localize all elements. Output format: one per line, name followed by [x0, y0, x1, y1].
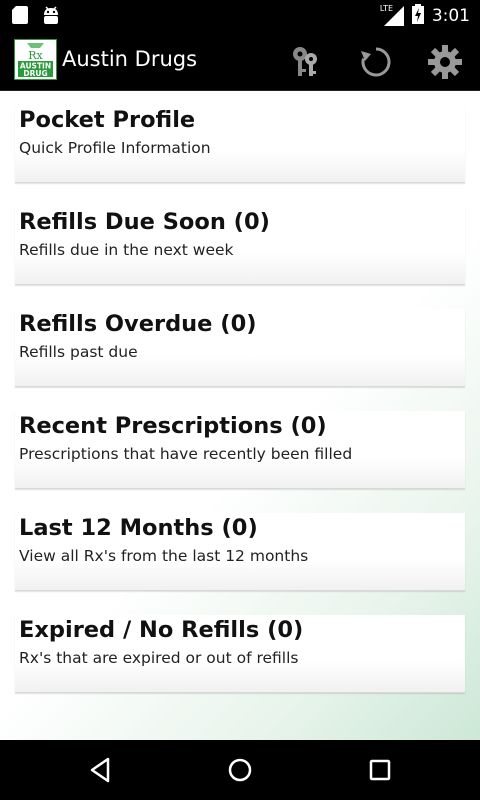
menu-item-subtitle: Prescriptions that have recently been fi…	[19, 445, 353, 463]
menu-item-recent-prescriptions[interactable]: Recent Prescriptions (0) Prescriptions t…	[15, 411, 465, 489]
clock: 3:01	[431, 6, 470, 26]
menu-item-last-12-months[interactable]: Last 12 Months (0) View all Rx's from th…	[15, 513, 465, 591]
menu-item-subtitle: Rx's that are expired or out of refills	[19, 649, 299, 667]
menu-item-subtitle: Refills past due	[19, 343, 138, 361]
navigation-bar	[0, 740, 480, 800]
main-content: Pocket Profile Quick Profile Information…	[0, 91, 480, 740]
menu-item-title: Refills Due Soon (0)	[19, 209, 270, 235]
menu-item-refills-due-soon[interactable]: Refills Due Soon (0) Refills due in the …	[15, 207, 465, 285]
menu-item-subtitle: View all Rx's from the last 12 months	[19, 547, 309, 565]
battery-icon	[411, 4, 424, 28]
back-icon[interactable]	[80, 752, 120, 788]
home-icon[interactable]	[220, 752, 260, 788]
settings-icon[interactable]	[425, 42, 465, 82]
signal-icon: LTE	[380, 4, 404, 26]
menu-item-subtitle: Refills due in the next week	[19, 241, 234, 259]
refresh-icon[interactable]	[356, 42, 396, 82]
keys-icon[interactable]	[285, 42, 325, 82]
recents-icon[interactable]	[360, 752, 400, 788]
menu-item-title: Pocket Profile	[19, 107, 196, 133]
app-logo: Rx AUSTIN DRUG	[14, 39, 57, 80]
sd-card-icon	[12, 6, 28, 28]
menu-item-title: Last 12 Months (0)	[19, 515, 258, 541]
app-title: Austin Drugs	[62, 47, 198, 71]
menu-item-title: Refills Overdue (0)	[19, 311, 257, 337]
menu-item-pocket-profile[interactable]: Pocket Profile Quick Profile Information	[15, 105, 465, 183]
menu-item-refills-overdue[interactable]: Refills Overdue (0) Refills past due	[15, 309, 465, 387]
action-bar: Rx AUSTIN DRUG Austin Drugs	[0, 30, 480, 91]
menu-item-title: Recent Prescriptions (0)	[19, 413, 327, 439]
menu-item-expired-no-refills[interactable]: Expired / No Refills (0) Rx's that are e…	[15, 615, 465, 693]
menu-item-subtitle: Quick Profile Information	[19, 139, 211, 157]
svg-text:DRUG: DRUG	[23, 69, 47, 78]
menu-item-title: Expired / No Refills (0)	[19, 617, 304, 643]
svg-text:Rx: Rx	[28, 49, 43, 62]
android-icon	[42, 6, 60, 28]
status-bar: LTE 3:01	[0, 0, 480, 30]
